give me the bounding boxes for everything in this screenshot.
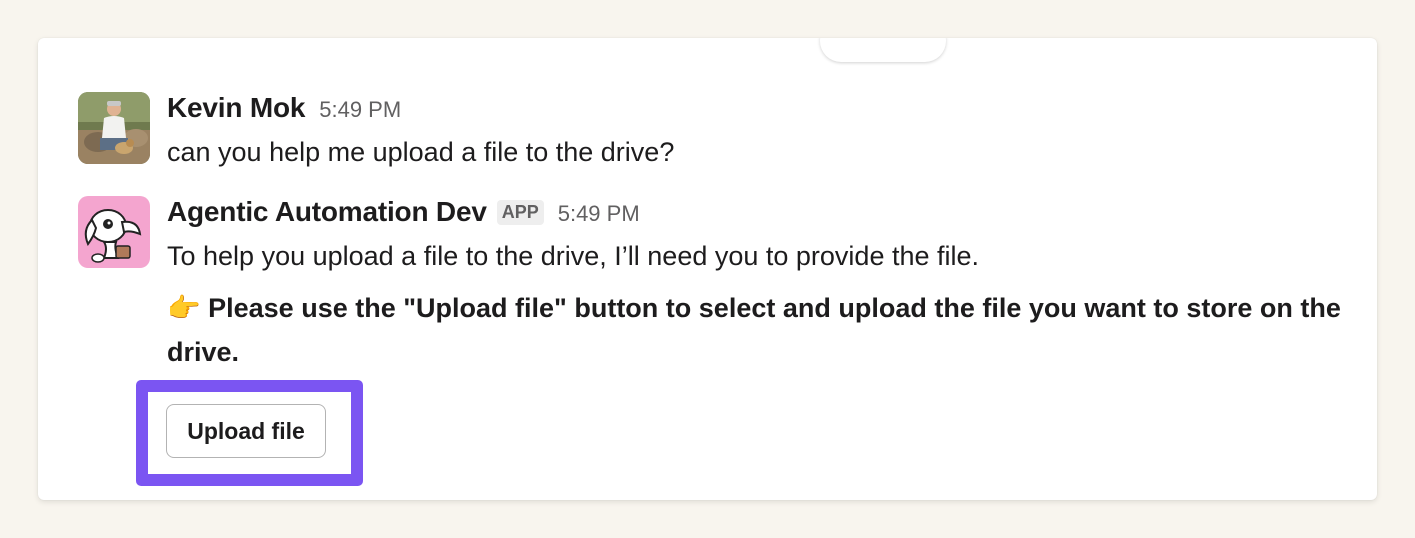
date-divider-pill[interactable] (820, 38, 946, 62)
author-name[interactable]: Kevin Mok (167, 92, 305, 124)
message-header: Agentic Automation Dev APP 5:49 PM (167, 196, 1347, 230)
author-name[interactable]: Agentic Automation Dev (167, 196, 487, 228)
instruction-text: 👉 Please use the "Upload file" button to… (167, 286, 1347, 374)
timestamp[interactable]: 5:49 PM (319, 97, 401, 123)
message-text: can you help me upload a file to the dri… (167, 137, 675, 167)
message-text: To help you upload a file to the drive, … (167, 241, 980, 271)
bot-dog-icon (78, 196, 150, 268)
message-header: Kevin Mok 5:49 PM (167, 92, 1347, 126)
user-photo-icon (78, 92, 150, 164)
instruction-label: Please use the "Upload file" button to s… (167, 293, 1341, 367)
timestamp[interactable]: 5:49 PM (558, 201, 640, 227)
message-content: Agentic Automation Dev APP 5:49 PM To he… (167, 196, 1347, 374)
app-badge: APP (496, 200, 544, 225)
bot-avatar[interactable] (78, 196, 150, 268)
pointing-hand-icon: 👉 (167, 293, 201, 323)
upload-file-button[interactable]: Upload file (166, 404, 326, 458)
user-avatar[interactable] (78, 92, 150, 164)
message-pane: Kevin Mok 5:49 PM can you help me upload… (38, 38, 1377, 500)
message-content: Kevin Mok 5:49 PM can you help me upload… (167, 92, 1347, 170)
